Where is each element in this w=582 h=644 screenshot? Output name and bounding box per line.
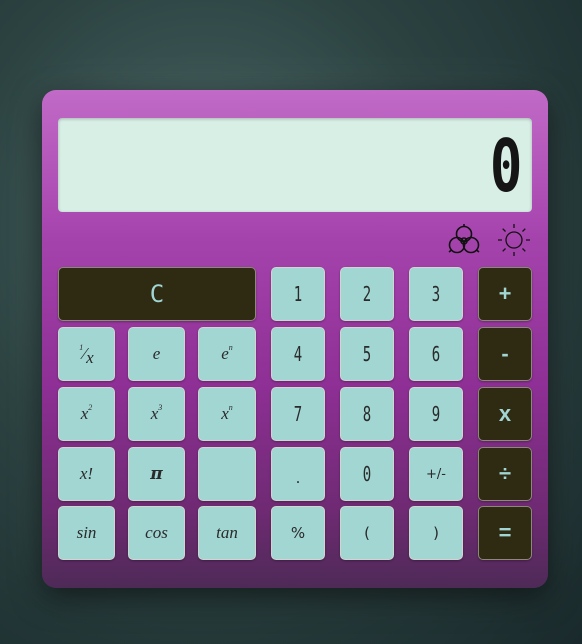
key-4[interactable]: 4 [271, 327, 325, 381]
e-button[interactable]: e [128, 327, 185, 381]
minus-label: - [501, 341, 509, 366]
e-label: e [152, 344, 161, 363]
biohazard-icon[interactable] [446, 222, 482, 258]
sun-icon[interactable] [496, 222, 532, 258]
e-power-base: e [221, 344, 229, 363]
divide-button[interactable]: ÷ [478, 447, 532, 501]
multiply-button[interactable]: x [478, 387, 532, 441]
close-paren-label: ) [433, 524, 439, 542]
minus-button[interactable]: - [478, 327, 532, 381]
sin-label: sin [76, 523, 97, 542]
key-0-label: 0 [362, 462, 372, 486]
reciprocal-button[interactable]: 1⁄x [58, 327, 115, 381]
cos-label: cos [145, 523, 168, 542]
key-7-label: 7 [293, 402, 303, 426]
key-8[interactable]: 8 [340, 387, 394, 441]
x-power-button[interactable]: xn [198, 387, 256, 441]
equals-button[interactable]: = [478, 506, 532, 560]
key-5-label: 5 [362, 342, 372, 366]
key-7[interactable]: 7 [271, 387, 325, 441]
key-2-label: 2 [362, 282, 372, 306]
e-power-exponent: n [228, 343, 233, 353]
display-value: 0 [489, 124, 522, 208]
plus-minus-button[interactable]: +/- [409, 447, 463, 501]
open-paren-button[interactable]: ( [340, 506, 394, 560]
key-4-label: 4 [293, 342, 303, 366]
factorial-label: x! [79, 464, 94, 483]
calculator-body: 0 C 1 2 3 + 1⁄x e en 4 5 6 - x2 x3 xn 7 … [42, 90, 548, 588]
x-squared-exponent: 2 [88, 403, 93, 413]
plus-button[interactable]: + [478, 267, 532, 321]
key-0[interactable]: 0 [340, 447, 394, 501]
plus-label: + [498, 281, 512, 306]
equals-label: = [498, 520, 512, 545]
x-cubed-exponent: 3 [158, 403, 163, 413]
sin-button[interactable]: sin [58, 506, 115, 560]
x-squared-label: x2 [81, 403, 93, 424]
pi-label: π [150, 464, 163, 484]
multiply-label: x [498, 401, 512, 426]
clear-button[interactable]: C [58, 267, 256, 321]
x-cubed-label: x3 [151, 403, 163, 424]
cos-button[interactable]: cos [128, 506, 185, 560]
key-6-label: 6 [431, 342, 441, 366]
clear-label: C [149, 280, 165, 308]
reciprocal-numerator: 1 [79, 343, 84, 353]
x-power-base: x [221, 404, 229, 423]
key-8-label: 8 [362, 402, 372, 426]
blank-button[interactable] [198, 447, 256, 501]
key-3[interactable]: 3 [409, 267, 463, 321]
open-paren-label: ( [364, 524, 370, 542]
plus-minus-label: +/- [426, 466, 446, 482]
decimal-point-button[interactable]: . [271, 447, 325, 501]
reciprocal-denominator: x [86, 348, 94, 367]
close-paren-button[interactable]: ) [409, 506, 463, 560]
key-2[interactable]: 2 [340, 267, 394, 321]
key-3-label: 3 [431, 282, 441, 306]
key-9[interactable]: 9 [409, 387, 463, 441]
key-1-label: 1 [293, 282, 303, 306]
key-5[interactable]: 5 [340, 327, 394, 381]
percent-button[interactable]: % [271, 506, 325, 560]
decimal-point-label: . [295, 469, 301, 487]
divide-label: ÷ [498, 461, 512, 486]
x-power-label: xn [221, 403, 233, 424]
pi-button[interactable]: π [128, 447, 185, 501]
reciprocal-label: 1⁄x [79, 343, 94, 367]
e-power-button[interactable]: en [198, 327, 256, 381]
x-squared-button[interactable]: x2 [58, 387, 115, 441]
key-9-label: 9 [431, 402, 441, 426]
x-power-exponent: n [228, 403, 233, 413]
e-power-label: en [221, 343, 233, 364]
percent-label: % [290, 524, 306, 542]
factorial-button[interactable]: x! [58, 447, 115, 501]
calculator-display: 0 [58, 118, 532, 212]
key-1[interactable]: 1 [271, 267, 325, 321]
key-6[interactable]: 6 [409, 327, 463, 381]
tan-button[interactable]: tan [198, 506, 256, 560]
x-cubed-button[interactable]: x3 [128, 387, 185, 441]
tan-label: tan [216, 523, 238, 542]
